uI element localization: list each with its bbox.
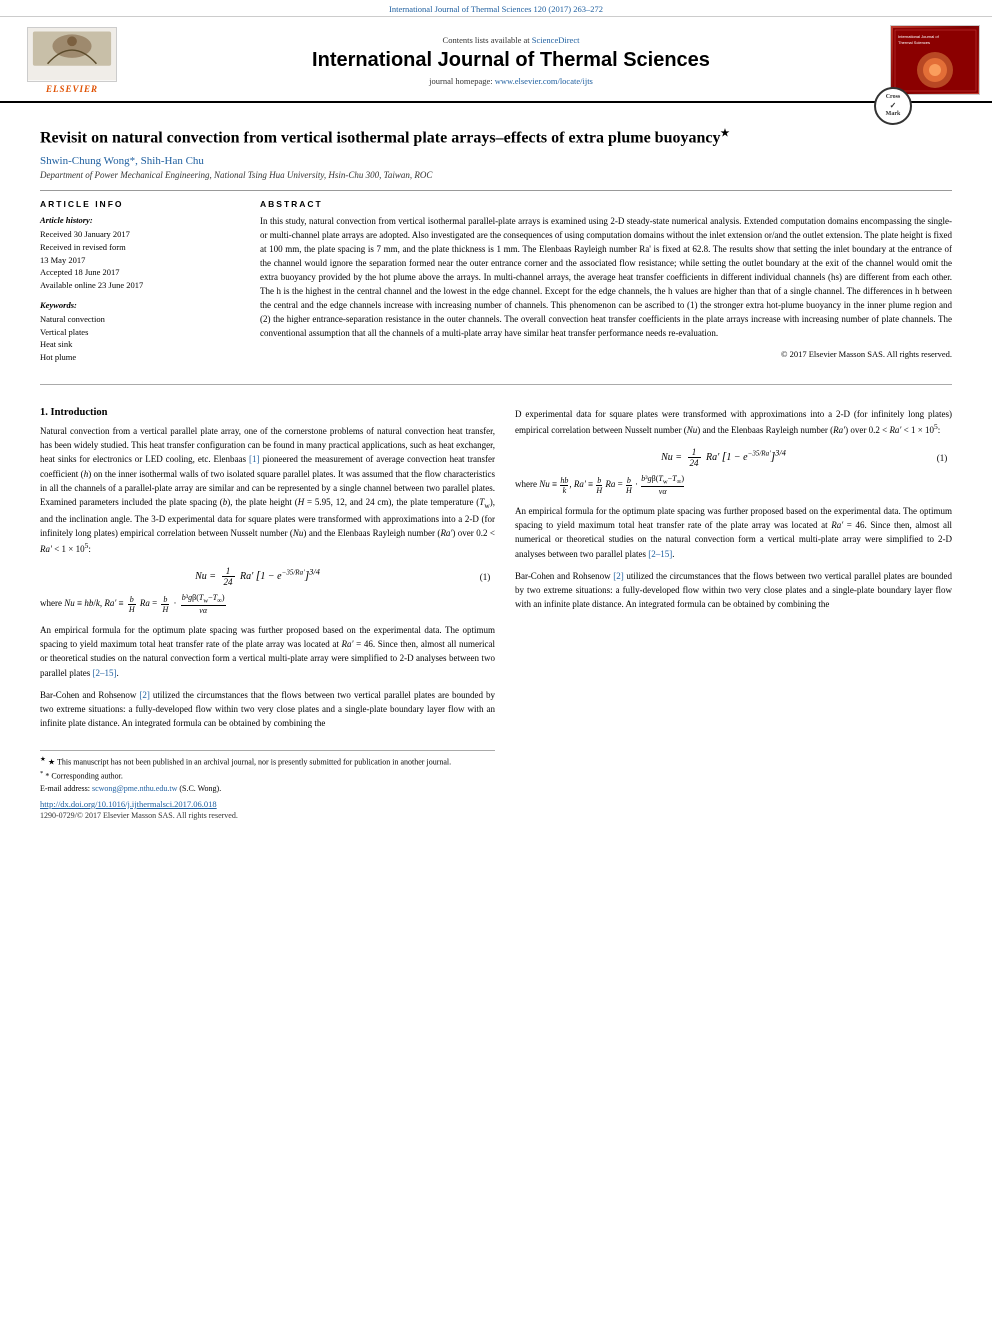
abstract-heading: ABSTRACT: [260, 199, 952, 209]
right-para2: An empirical formula for the optimum pla…: [515, 504, 952, 561]
right-para3: Bar-Cohen and Rohsenow [2] utilized the …: [515, 569, 952, 612]
section1-title: 1. Introduction: [40, 407, 495, 418]
elsevier-label: ELSEVIER: [46, 84, 98, 94]
formula1-block: Nu = 1 24 Ra' [1 − e−35/Ra']3/4 (1): [40, 566, 495, 587]
journal-title-block: Contents lists available at ScienceDirec…: [132, 35, 890, 86]
ref2-right-link[interactable]: [2]: [613, 571, 624, 581]
copyright: © 2017 Elsevier Masson SAS. All rights r…: [260, 349, 952, 359]
issn-line: 1290-0729/© 2017 Elsevier Masson SAS. Al…: [40, 811, 495, 820]
svg-text:International Journal of: International Journal of: [898, 34, 940, 39]
abstract-column: ABSTRACT In this study, natural convecti…: [260, 199, 952, 372]
journal-homepage: journal homepage: www.elsevier.com/locat…: [132, 76, 890, 86]
formula1: Nu = 1 24 Ra' [1 − e−35/Ra']3/4 (1): [50, 566, 495, 587]
article-history: Article history: Received 30 January 201…: [40, 215, 240, 292]
article-info-abstract: ARTICLE INFO Article history: Received 3…: [40, 190, 952, 372]
svg-text:Thermal Sciences: Thermal Sciences: [898, 40, 930, 45]
section1-para3: Bar-Cohen and Rohsenow [2] utilized the …: [40, 688, 495, 731]
formula1-right: Nu = 1 24 Ra' [1 − e−35/Ra']3/4 (1): [515, 447, 952, 468]
footnote-area: ★ ★ This manuscript has not been publish…: [40, 750, 495, 819]
ref2-15-right-link[interactable]: [2–15]: [648, 549, 672, 559]
footnote-star: ★ ★ This manuscript has not been publish…: [40, 755, 495, 769]
ref2-15-link[interactable]: [2–15]: [92, 668, 116, 678]
left-column: 1. Introduction Natural convection from …: [40, 407, 495, 820]
article-info-column: ARTICLE INFO Article history: Received 3…: [40, 199, 240, 372]
doi-link[interactable]: http://dx.doi.org/10.1016/j.ijthermalsci…: [40, 799, 217, 809]
footnote-email: E-mail address: scwong@pme.nthu.edu.tw (…: [40, 783, 495, 795]
abstract-text: In this study, natural convection from v…: [260, 215, 952, 340]
formula1-right-eq: Nu = 1 24 Ra' [1 − e−35/Ra']3/4 (1): [525, 447, 952, 468]
article-title: Revisit on natural convection from verti…: [40, 127, 952, 149]
journal-header: ELSEVIER Contents lists available at Sci…: [0, 17, 992, 103]
article-body: Revisit on natural convection from verti…: [0, 103, 992, 407]
sciencedirect-link[interactable]: ScienceDirect: [532, 35, 580, 45]
email-link[interactable]: scwong@pme.nthu.edu.tw: [92, 784, 177, 793]
crossmark-badge: Cross ✓ Mark: [874, 87, 912, 125]
elsevier-logo-image: [27, 27, 117, 82]
footnote-corresponding: * * Corresponding author.: [40, 769, 495, 783]
right-column: D experimental data for square plates we…: [515, 407, 952, 820]
authors: Shwin-Chung Wong*, Shih-Han Chu: [40, 155, 952, 167]
detected-plates: plates: [785, 585, 806, 595]
homepage-link[interactable]: www.elsevier.com/locate/ijts: [495, 76, 593, 86]
ref1-link[interactable]: [1]: [249, 454, 260, 464]
elsevier-logo-container: ELSEVIER: [12, 27, 132, 94]
ref2-link[interactable]: [2]: [139, 690, 150, 700]
section-divider: [40, 384, 952, 385]
where-line-right: where Nu ≡ hbk, Ra' ≡ bH Ra = bH · b³gβ(…: [515, 474, 952, 496]
right-para1: D experimental data for square plates we…: [515, 407, 952, 437]
affiliation: Department of Power Mechanical Engineeri…: [40, 170, 952, 180]
journal-title: International Journal of Thermal Science…: [132, 49, 890, 72]
journal-cover-image: International Journal of Thermal Science…: [890, 25, 980, 95]
section1-para1: Natural convection from a vertical paral…: [40, 424, 495, 556]
where-line: where Nu ≡ hb/k, Ra' ≡ bH Ra = bH · b³gβ…: [40, 593, 495, 615]
top-bar: International Journal of Thermal Science…: [0, 0, 992, 17]
journal-citation: International Journal of Thermal Science…: [389, 4, 603, 14]
section1-para2: An empirical formula for the optimum pla…: [40, 623, 495, 680]
article-info-heading: ARTICLE INFO: [40, 199, 240, 209]
doi-line: http://dx.doi.org/10.1016/j.ijthermalsci…: [40, 799, 495, 809]
main-content: 1. Introduction Natural convection from …: [0, 407, 992, 820]
contents-line: Contents lists available at ScienceDirec…: [132, 35, 890, 45]
keywords: Keywords: Natural convection Vertical pl…: [40, 300, 240, 364]
